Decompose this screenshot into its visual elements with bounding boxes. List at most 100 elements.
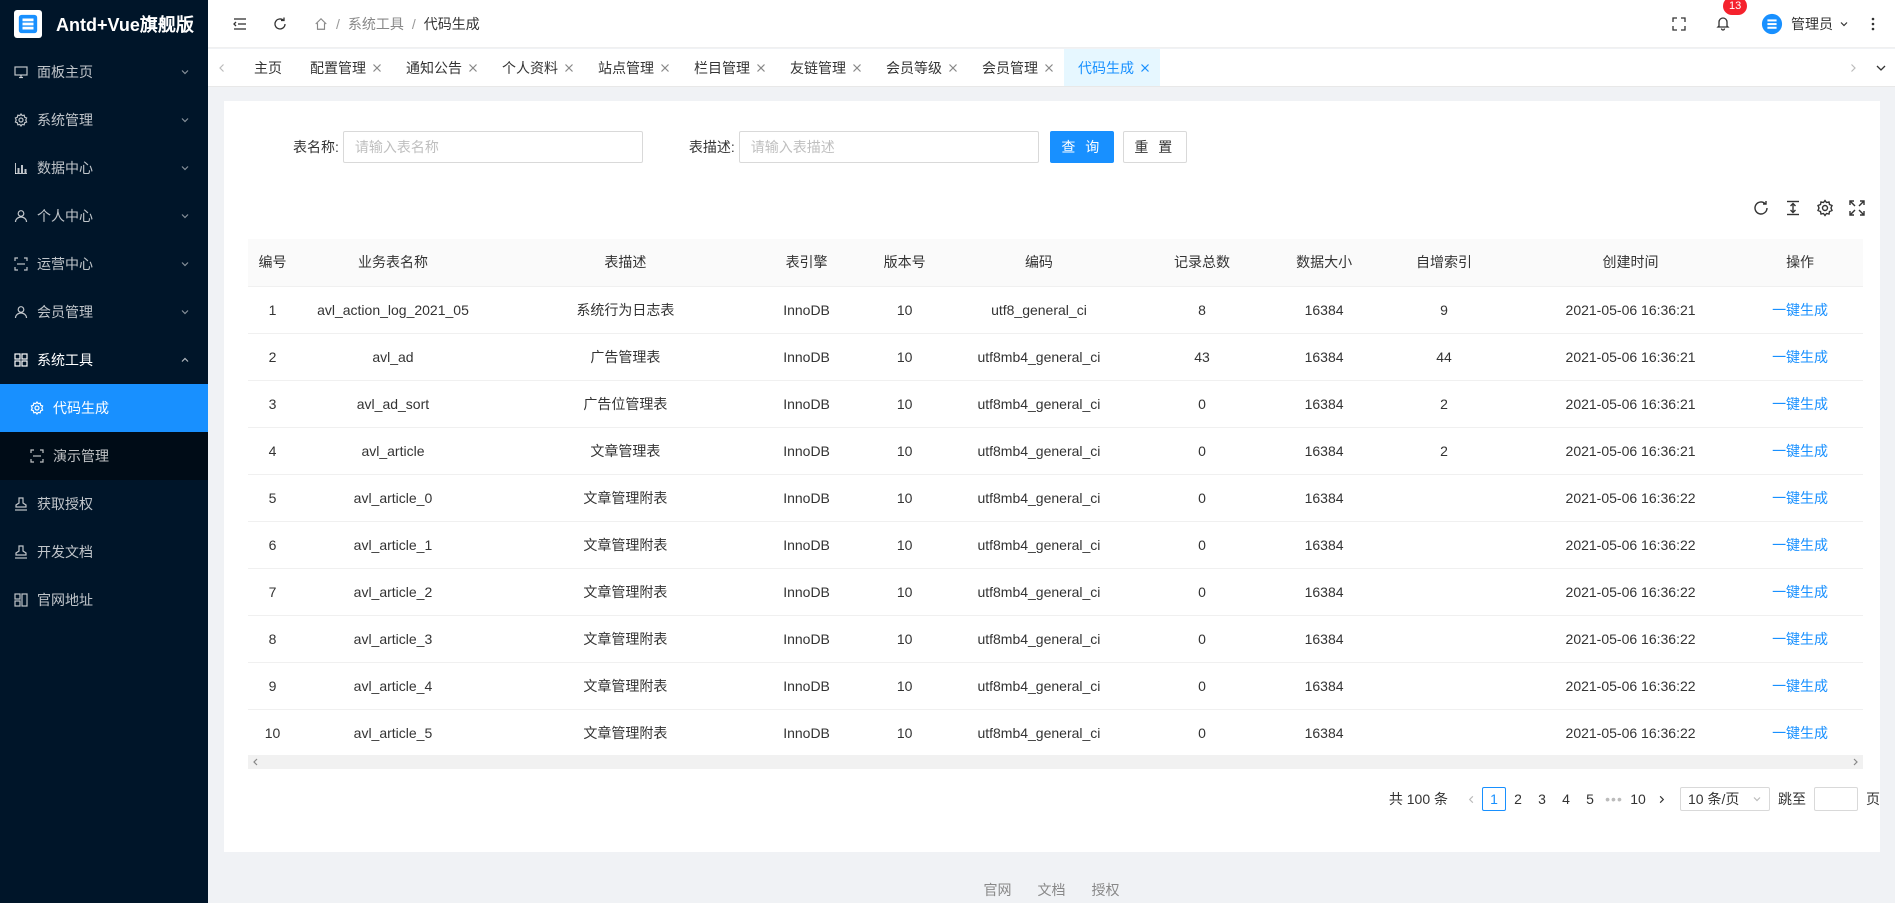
table-cell: utf8mb4_general_ci xyxy=(957,333,1120,381)
table-cell: 16384 xyxy=(1284,662,1365,710)
generate-link[interactable]: 一键生成 xyxy=(1772,443,1828,459)
tab-label: 主页 xyxy=(254,59,282,76)
fullscreen-icon[interactable] xyxy=(1671,16,1687,32)
sidebar-item[interactable]: 系统工具 xyxy=(0,336,208,384)
reload-icon[interactable] xyxy=(272,16,288,32)
chevron-down-icon xyxy=(181,70,189,75)
sidebar-subitem[interactable]: 代码生成 xyxy=(0,384,208,432)
table-cell: 0 xyxy=(1119,662,1285,710)
tabs-scroll-left-icon[interactable] xyxy=(208,49,236,86)
tab[interactable]: 友链管理 xyxy=(776,49,872,86)
scan-icon xyxy=(14,257,28,271)
table-cell: 16384 xyxy=(1284,521,1365,569)
action-cell: 一键生成 xyxy=(1737,662,1863,710)
close-icon[interactable] xyxy=(564,63,574,73)
close-icon[interactable] xyxy=(852,63,862,73)
settings-icon[interactable] xyxy=(1816,199,1834,217)
tab[interactable]: 个人资料 xyxy=(488,49,584,86)
table-cell: 16384 xyxy=(1284,709,1365,757)
sidebar-item[interactable]: 开发文档 xyxy=(0,528,208,576)
sidebar-item[interactable]: 会员管理 xyxy=(0,288,208,336)
breadcrumb-item[interactable]: 系统工具 xyxy=(348,14,404,34)
table-cell: avl_article_5 xyxy=(297,709,489,757)
table-cell: 2 xyxy=(1364,427,1524,475)
generate-link[interactable]: 一键生成 xyxy=(1772,678,1828,694)
generate-link[interactable]: 一键生成 xyxy=(1772,490,1828,506)
bell-icon xyxy=(1715,15,1731,31)
footer-link-docs[interactable]: 文档 xyxy=(1038,880,1066,900)
tabs-bar: 主页 配置管理 通知公告 个人资料 站点管理 栏目管理 友链管理 会员等级 会员管理 代码生成 xyxy=(208,49,1895,87)
sidebar-subitem[interactable]: 演示管理 xyxy=(0,432,208,480)
close-icon[interactable] xyxy=(948,63,958,73)
app-logo[interactable]: Antd+Vue旗舰版 xyxy=(0,0,208,48)
next-page-icon[interactable] xyxy=(1650,787,1672,811)
page-item[interactable]: 4 xyxy=(1554,787,1578,811)
pagination-ellipsis[interactable]: ••• xyxy=(1602,791,1626,807)
sidebar-item[interactable]: 面板主页 xyxy=(0,48,208,96)
table-desc-input[interactable] xyxy=(738,131,1039,163)
sidebar-item[interactable]: 获取授权 xyxy=(0,480,208,528)
generate-link[interactable]: 一键生成 xyxy=(1772,584,1828,600)
close-icon[interactable] xyxy=(660,63,670,73)
close-icon[interactable] xyxy=(468,63,478,73)
page-item-last[interactable]: 10 xyxy=(1626,787,1650,811)
fullscreen-icon[interactable] xyxy=(1848,199,1866,217)
scroll-right-icon[interactable] xyxy=(1851,758,1859,766)
page-size-select[interactable]: 10 条/页 xyxy=(1680,787,1770,811)
table-toolbar xyxy=(1752,199,1880,217)
table-cell: 16384 xyxy=(1284,380,1365,428)
tab[interactable]: 通知公告 xyxy=(392,49,488,86)
column-height-icon[interactable] xyxy=(1784,199,1802,217)
close-icon[interactable] xyxy=(1140,63,1150,73)
close-icon[interactable] xyxy=(372,63,382,73)
tab[interactable]: 配置管理 xyxy=(296,49,392,86)
generate-link[interactable]: 一键生成 xyxy=(1772,631,1828,647)
notification-button[interactable]: 13 xyxy=(1715,0,1748,34)
table-cell: 16384 xyxy=(1284,615,1365,663)
generate-link[interactable]: 一键生成 xyxy=(1772,302,1828,318)
page-item[interactable]: 5 xyxy=(1578,787,1602,811)
prev-page-icon[interactable] xyxy=(1460,787,1482,811)
page-item[interactable]: 1 xyxy=(1482,787,1506,811)
table-cell: 0 xyxy=(1119,615,1285,663)
table-name-input[interactable] xyxy=(342,131,643,163)
table-cell: 10 xyxy=(851,662,958,710)
sidebar-item[interactable]: 个人中心 xyxy=(0,192,208,240)
table-cell: InnoDB xyxy=(761,333,852,381)
query-button[interactable]: 查 询 xyxy=(1049,131,1114,163)
horizontal-scrollbar[interactable] xyxy=(248,755,1863,769)
generate-link[interactable]: 一键生成 xyxy=(1772,349,1828,365)
sidebar-item[interactable]: 数据中心 xyxy=(0,144,208,192)
close-icon[interactable] xyxy=(756,63,766,73)
page-item[interactable]: 2 xyxy=(1506,787,1530,811)
scroll-left-icon[interactable] xyxy=(252,758,260,766)
tab[interactable]: 代码生成 xyxy=(1064,49,1160,86)
generate-link[interactable]: 一键生成 xyxy=(1772,725,1828,741)
generate-link[interactable]: 一键生成 xyxy=(1772,396,1828,412)
tabs-scroll-right-icon[interactable] xyxy=(1839,63,1867,73)
page-item[interactable]: 3 xyxy=(1530,787,1554,811)
refresh-icon[interactable] xyxy=(1752,199,1770,217)
reset-button[interactable]: 重 置 xyxy=(1122,131,1187,163)
home-icon[interactable] xyxy=(314,17,328,31)
table-cell: 文章管理附表 xyxy=(488,615,762,663)
tabs-dropdown-icon[interactable] xyxy=(1867,62,1895,74)
menu-fold-icon[interactable] xyxy=(232,16,248,32)
search-form: 表名称: 表描述: 查 询 重 置 xyxy=(224,131,1187,163)
sidebar-item[interactable]: 系统管理 xyxy=(0,96,208,144)
more-vertical-icon[interactable] xyxy=(1865,16,1881,32)
footer-link-license[interactable]: 授权 xyxy=(1092,880,1120,900)
generate-link[interactable]: 一键生成 xyxy=(1772,537,1828,553)
close-icon[interactable] xyxy=(1044,63,1054,73)
sidebar-subitem-label: 演示管理 xyxy=(53,448,109,464)
sidebar-item[interactable]: 官网地址 xyxy=(0,576,208,624)
sidebar-item[interactable]: 运营中心 xyxy=(0,240,208,288)
tab[interactable]: 会员管理 xyxy=(968,49,1064,86)
tab[interactable]: 会员等级 xyxy=(872,49,968,86)
tab[interactable]: 栏目管理 xyxy=(680,49,776,86)
footer-link-website[interactable]: 官网 xyxy=(984,880,1012,900)
tab[interactable]: 站点管理 xyxy=(584,49,680,86)
user-menu[interactable]: 管理员 xyxy=(1761,13,1849,35)
tab[interactable]: 主页 xyxy=(236,49,296,86)
jump-page-input[interactable] xyxy=(1814,787,1858,811)
